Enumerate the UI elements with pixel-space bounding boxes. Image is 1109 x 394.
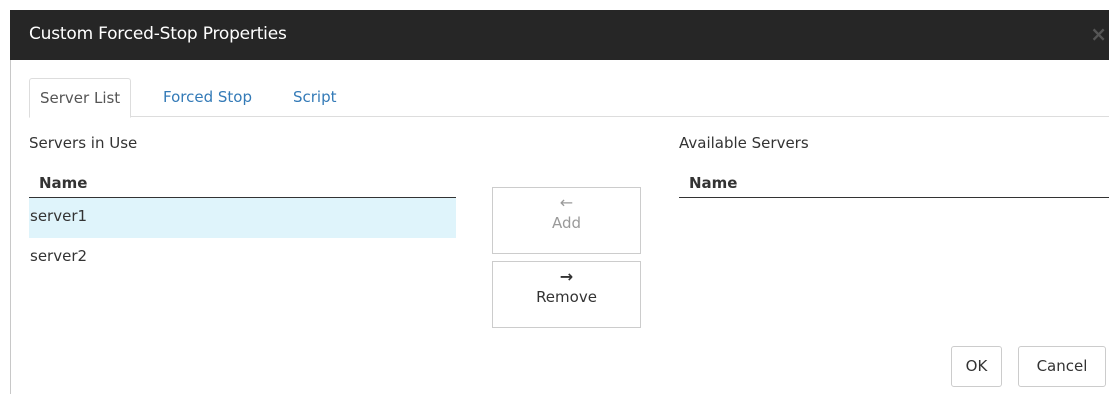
remove-button-label: Remove [536,288,597,306]
server-list-item-server2[interactable]: server2 [29,238,456,278]
ok-button[interactable]: OK [951,346,1002,387]
custom-forced-stop-dialog: Custom Forced-Stop Properties × Server L… [0,0,1109,394]
tab-server-list[interactable]: Server List [29,78,132,118]
arrow-left-icon: ← [559,193,574,212]
dialog-title: Custom Forced-Stop Properties [29,24,287,44]
available-servers-label: Available Servers [679,134,809,152]
close-icon[interactable]: × [1090,22,1107,46]
servers-in-use-label: Servers in Use [29,134,138,152]
dialog-titlebar: Custom Forced-Stop Properties × [10,10,1109,60]
add-button[interactable]: ← Add [492,187,641,254]
remove-button[interactable]: → Remove [492,261,641,328]
available-servers-name-header[interactable]: Name [679,171,1109,198]
server-list-item-server1[interactable]: server1 [29,198,456,238]
tab-forced-stop[interactable]: Forced Stop [163,78,252,117]
cancel-button[interactable]: Cancel [1018,346,1106,387]
tab-script[interactable]: Script [293,78,337,117]
servers-in-use-name-header[interactable]: Name [29,171,456,198]
arrow-right-icon: → [559,267,574,286]
tab-bar: Server List Forced Stop Script [29,78,1109,118]
add-button-label: Add [551,214,582,232]
